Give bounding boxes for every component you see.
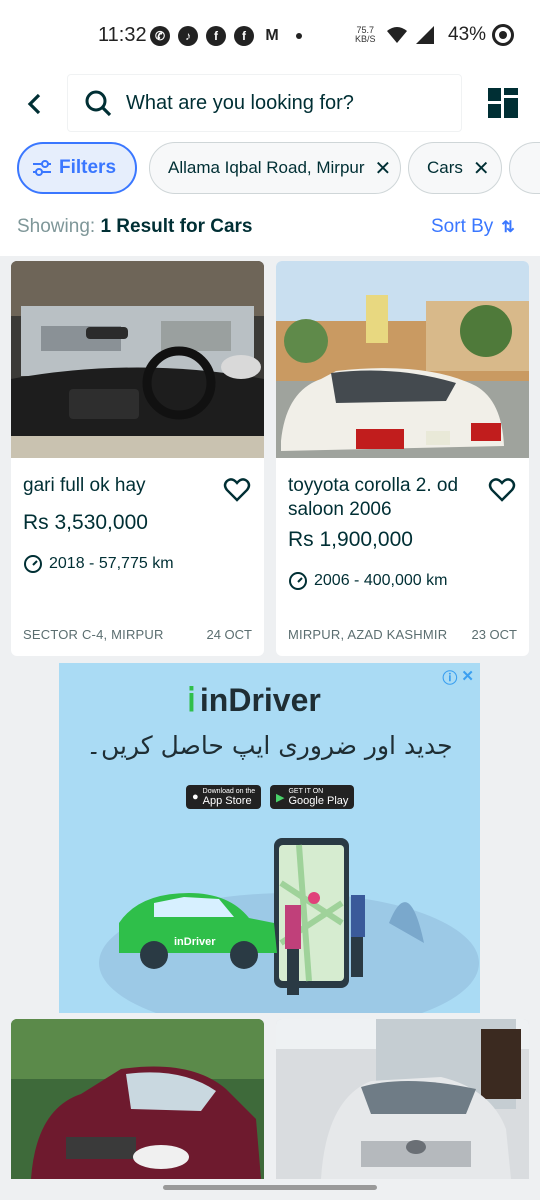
app-store-small: Download on the	[202, 787, 256, 795]
ad-illustration: inDriver	[99, 838, 479, 1013]
listing-meta: 2006 - 400,000 km	[288, 571, 447, 591]
category-chip[interactable]: Cars ✕	[408, 142, 502, 194]
listing-date: 24 OCT	[206, 627, 252, 642]
listing-date: 23 OCT	[471, 627, 517, 642]
listing-photo	[11, 261, 264, 458]
favorite-heart-icon[interactable]	[223, 476, 251, 504]
listing-photo-partial[interactable]	[276, 1019, 529, 1179]
layout-toggle-button[interactable]	[488, 88, 518, 118]
battery-icon	[492, 24, 515, 46]
sort-by-label: Sort By	[431, 216, 494, 237]
gesture-nav-handle[interactable]	[163, 1185, 377, 1190]
whatsapp-icon: ✆	[150, 26, 170, 46]
listing-year-mileage: 2018 - 57,775 km	[49, 555, 174, 572]
listing-card[interactable]: toyyota corolla 2. od saloon 2006 Rs 1,9…	[276, 261, 529, 656]
filters-button[interactable]: Filters	[17, 142, 137, 194]
facebook-icon: f	[206, 26, 226, 46]
back-arrow-icon	[27, 93, 41, 115]
remove-category-icon[interactable]: ✕	[473, 156, 490, 181]
listing-card[interactable]: gari full ok hay Rs 3,530,000 2018 - 57,…	[11, 261, 264, 656]
back-button[interactable]	[20, 90, 48, 118]
more-chip[interactable]	[509, 142, 540, 194]
filter-sliders-icon	[33, 160, 51, 176]
notification-icons: ✆ ♪ f f M	[150, 26, 302, 46]
google-play-badge[interactable]: ▶ GET IT ON Google Play	[270, 785, 355, 809]
ad-choices[interactable]: ⓘ ✕	[442, 667, 474, 688]
listing-meta: 2018 - 57,775 km	[23, 554, 174, 574]
results-bar: Showing: 1 Result for Cars Sort By ⇅	[0, 198, 540, 256]
listing-location: SECTOR C-4, MIRPUR	[23, 627, 164, 642]
showing-value: 1 Result for Cars	[100, 216, 253, 237]
odometer-icon	[289, 572, 307, 590]
listing-price: Rs 3,530,000	[23, 511, 148, 534]
network-speed: 75.7 KB/S	[355, 26, 376, 44]
net-speed-unit: KB/S	[355, 34, 376, 44]
results-count: Showing: 1 Result for Cars	[17, 216, 253, 238]
tiktok-icon: ♪	[178, 26, 198, 46]
location-chip[interactable]: Allama Iqbal Road, Mirpur ✕	[149, 142, 401, 194]
indriver-logo-icon: ⅰ	[187, 682, 196, 718]
listing-photo	[276, 261, 529, 458]
status-right: 43%	[386, 24, 515, 46]
app-header: What are you looking for?	[0, 64, 540, 144]
listing-photo-partial[interactable]	[11, 1019, 264, 1179]
listing-title: toyyota corolla 2. od saloon 2006	[288, 475, 459, 520]
google-play-text: GET IT ON Google Play	[288, 788, 348, 807]
ad-logo: ⅰ inDriver	[187, 681, 321, 719]
google-play-small: GET IT ON	[288, 787, 324, 795]
listing-year-mileage: 2006 - 400,000 km	[314, 572, 448, 589]
remove-location-icon[interactable]: ✕	[375, 156, 392, 181]
listing-location: MIRPUR, AZAD KASHMIR	[288, 627, 448, 642]
filter-chips: Filters Allama Iqbal Road, Mirpur ✕ Cars…	[0, 142, 540, 198]
ad-close-icon[interactable]: ✕	[461, 667, 474, 688]
listing-title: gari full ok hay	[23, 475, 146, 496]
battery-percent: 43%	[448, 24, 487, 45]
cell-signal-icon	[416, 26, 434, 44]
category-chip-label: Cars	[427, 158, 463, 177]
search-placeholder: What are you looking for?	[126, 91, 354, 114]
filters-label: Filters	[59, 157, 117, 178]
app-store-label: App Store	[202, 794, 252, 807]
ad-headline: جدید اور ضروری ایپ حاصل کریں۔	[86, 731, 453, 760]
odometer-icon	[24, 555, 42, 573]
grid-view-icon	[488, 88, 518, 118]
google-play-label: Google Play	[288, 794, 349, 807]
showing-label: Showing:	[17, 216, 96, 237]
play-icon: ▶	[276, 791, 285, 804]
status-bar: 11:32 ✆ ♪ f f M 75.7 KB/S 43%	[0, 0, 540, 64]
search-input[interactable]: What are you looking for?	[67, 74, 462, 132]
app-store-text: Download on the App Store	[203, 788, 256, 807]
sort-icon: ⇅	[501, 219, 515, 236]
search-icon	[85, 90, 112, 117]
ad-car-brand: inDriver	[174, 936, 216, 948]
gmail-icon: M	[262, 26, 282, 46]
ad-brand: inDriver	[199, 681, 321, 718]
app-store-badge[interactable]: ● Download on the App Store	[186, 785, 262, 809]
listing-price: Rs 1,900,000	[288, 528, 413, 551]
favorite-heart-icon[interactable]	[488, 476, 516, 504]
ad-info-icon[interactable]: ⓘ	[442, 667, 457, 688]
advertisement-banner[interactable]: ⓘ ✕ ⅰ inDriver جدید اور ضروری ایپ حاصل ک…	[59, 663, 480, 1013]
status-time: 11:32	[98, 24, 147, 46]
facebook-icon: f	[234, 26, 254, 46]
more-notifications-icon	[296, 33, 302, 39]
wifi-icon	[387, 27, 407, 43]
apple-icon: ●	[192, 791, 199, 803]
location-chip-label: Allama Iqbal Road, Mirpur	[168, 158, 365, 177]
sort-by-button[interactable]: Sort By ⇅	[431, 216, 515, 238]
